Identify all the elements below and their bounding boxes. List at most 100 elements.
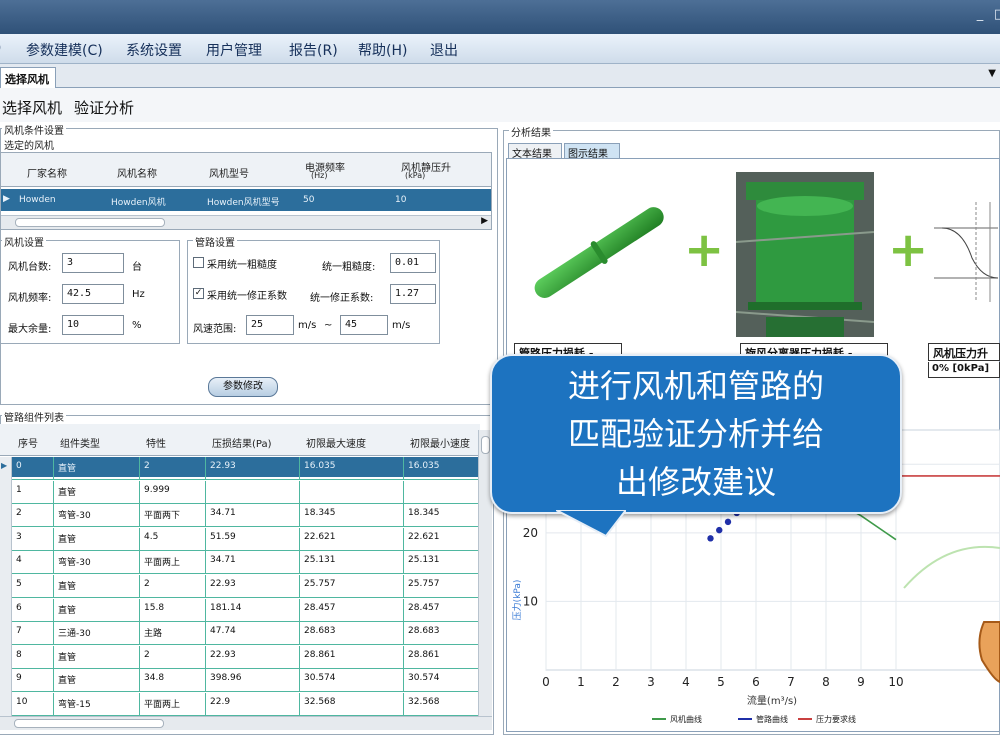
fan-frequency-input[interactable]: 42.5: [62, 284, 124, 304]
table-cell: 30.574: [404, 669, 480, 693]
menu-user-management[interactable]: 用户管理: [206, 40, 262, 60]
fan-model-cell: Howden风机型号: [207, 198, 280, 208]
x-tick-label: 0: [542, 675, 550, 689]
table-cell: 28.861: [404, 645, 480, 669]
analysis-title: 分析结果: [509, 124, 553, 139]
toolbar-verify-analysis[interactable]: 验证分析: [74, 97, 134, 118]
fan-count-input[interactable]: 3: [62, 253, 124, 273]
speed-max-unit: m/s: [392, 320, 411, 331]
table-row[interactable]: 4 弯管-30 平面两上 34.71 25.131 25.131: [12, 551, 480, 575]
col-pressure-loss: 压损结果(Pa): [212, 439, 272, 450]
table-row[interactable]: 6 直管 15.8 181.14 28.457 28.457: [12, 598, 480, 622]
table-row[interactable]: 3 直管 4.5 51.59 22.621 22.621: [12, 527, 480, 551]
tab-dropdown-icon[interactable]: ▼: [988, 68, 996, 79]
fan-diagram-illustration: [934, 202, 999, 302]
document-tab-strip: 选择风机 ▼: [0, 64, 1000, 88]
table-cell: 22.9: [206, 693, 300, 716]
col-static-pressure-unit: (kPa): [405, 171, 426, 180]
component-table-vscroll-thumb[interactable]: [481, 436, 490, 454]
table-cell: 16.035: [404, 457, 480, 480]
table-row[interactable]: 0 直管 2 22.93 16.035 16.035: [12, 457, 480, 480]
max-margin-input[interactable]: 10: [62, 315, 124, 335]
table-cell: 25.757: [300, 575, 404, 598]
component-table-hscroll-thumb[interactable]: [14, 719, 164, 728]
roughness-input[interactable]: 0.01: [390, 253, 436, 273]
table-row[interactable]: 9 直管 34.8 398.96 30.574 30.574: [12, 669, 480, 693]
y-tick-label: 10: [523, 594, 538, 608]
toolbar-select-fan[interactable]: 选择风机: [2, 97, 62, 118]
selected-fan-row[interactable]: ▶ Howden Howden风机 Howden风机型号 50 10: [1, 189, 491, 211]
scroll-right-icon[interactable]: ▶: [481, 216, 488, 226]
table-cell: 2: [140, 457, 206, 480]
table-cell: 51.59: [206, 527, 300, 551]
fan-grid-hscrollbar[interactable]: ▶: [1, 215, 491, 229]
table-cell: 28.683: [404, 622, 480, 646]
table-row[interactable]: 7 三通-30 主路 47.74 28.683 28.683: [12, 622, 480, 646]
fan-count-label: 风机台数:: [8, 262, 52, 273]
table-cell: 28.861: [300, 645, 404, 669]
table-row[interactable]: 10 弯管-15 平面两上 22.9 32.568 32.568: [12, 693, 480, 716]
col-frequency-unit: (Hz): [311, 171, 328, 180]
table-cell: 4.5: [140, 527, 206, 551]
component-list-title: 管路组件列表: [2, 409, 66, 424]
x-tick-label: 2: [612, 675, 620, 689]
fan-frequency-cell: 50: [303, 195, 315, 205]
col-property: 特性: [146, 439, 166, 450]
plus-icon: +: [684, 222, 725, 278]
x-tick-label: 4: [682, 675, 690, 689]
component-table: 序号 组件类型 特性 压损结果(Pa) 初限最大速度 初限最小速度 0 直管 2 22…: [0, 424, 492, 734]
table-cell: 直管: [54, 669, 140, 693]
table-cell: 22.93: [206, 457, 300, 480]
speed-max-input[interactable]: 45: [340, 315, 388, 335]
selected-fan-grid: 厂家名称 风机名称 风机型号 电源频率 (Hz) 风机静压升 (kPa) ▶ H…: [0, 152, 492, 230]
table-cell: 5: [12, 575, 54, 598]
callout-line-1: 进行风机和管路的: [567, 367, 824, 405]
uniform-coef-checkbox[interactable]: ✓: [193, 288, 204, 299]
table-cell: 直管: [54, 645, 140, 669]
row-pointer-icon: ▶: [3, 194, 10, 204]
table-cell: 3: [12, 527, 54, 551]
tab-text-result[interactable]: 文本结果: [508, 143, 562, 160]
x-tick-label: 8: [822, 675, 830, 689]
coef-input[interactable]: 1.27: [390, 284, 436, 304]
menu-param-modeling[interactable]: 参数建模(C): [26, 40, 103, 60]
chart-xlabel: 流量(m³/s): [747, 694, 797, 707]
menu-system-settings[interactable]: 系统设置: [126, 40, 182, 60]
menu-exit[interactable]: 退出: [430, 40, 458, 60]
table-cell: 0: [12, 457, 54, 480]
explanation-callout: 进行风机和管路的 匹配验证分析并给 出修改建议: [490, 354, 902, 514]
menu-help[interactable]: 帮助(H): [358, 40, 407, 60]
table-cell: 18.345: [404, 504, 480, 528]
speed-min-input[interactable]: 25: [246, 315, 294, 335]
col-fan-name: 风机名称: [117, 169, 157, 180]
table-cell: 直管: [54, 527, 140, 551]
table-cell: 25.131: [404, 551, 480, 575]
col-max-speed: 初限最大速度: [306, 439, 366, 450]
table-cell: 直管: [54, 575, 140, 598]
table-cell: 1: [12, 480, 54, 504]
col-min-speed: 初限最小速度: [410, 439, 470, 450]
modify-params-button[interactable]: 参数修改: [208, 377, 278, 397]
table-cell: 弯管-30: [54, 551, 140, 575]
tab-select-fan[interactable]: 选择风机: [0, 67, 56, 88]
maximize-button[interactable]: □: [988, 4, 1000, 26]
table-cell: 22.93: [206, 645, 300, 669]
uniform-roughness-checkbox[interactable]: [193, 257, 204, 268]
table-row[interactable]: 5 直管 2 22.93 25.757 25.757: [12, 575, 480, 598]
fan-pressure-cell: 10: [395, 195, 407, 205]
table-row[interactable]: 8 直管 2 22.93 28.861 28.861: [12, 645, 480, 669]
fan-grid-scroll-thumb[interactable]: [15, 218, 165, 227]
table-cell: 7: [12, 622, 54, 646]
table-cell: 10: [12, 693, 54, 716]
table-cell: 6: [12, 598, 54, 622]
tab-graphic-result[interactable]: 图示结果: [564, 143, 620, 160]
max-margin-label: 最大余量:: [8, 324, 52, 335]
pipe-config-title: 管路设置: [193, 234, 237, 249]
menu-report[interactable]: 报告(R): [289, 40, 338, 60]
table-cell: 34.71: [206, 504, 300, 528]
component-table-hscrollbar[interactable]: [0, 716, 492, 730]
fan-pressure-label: 风机压力升: [928, 343, 1000, 361]
table-row[interactable]: 2 弯管-30 平面两下 34.71 18.345 18.345: [12, 504, 480, 528]
table-row[interactable]: 1 直管 9.999: [12, 480, 480, 504]
col-vendor: 厂家名称: [27, 169, 67, 180]
